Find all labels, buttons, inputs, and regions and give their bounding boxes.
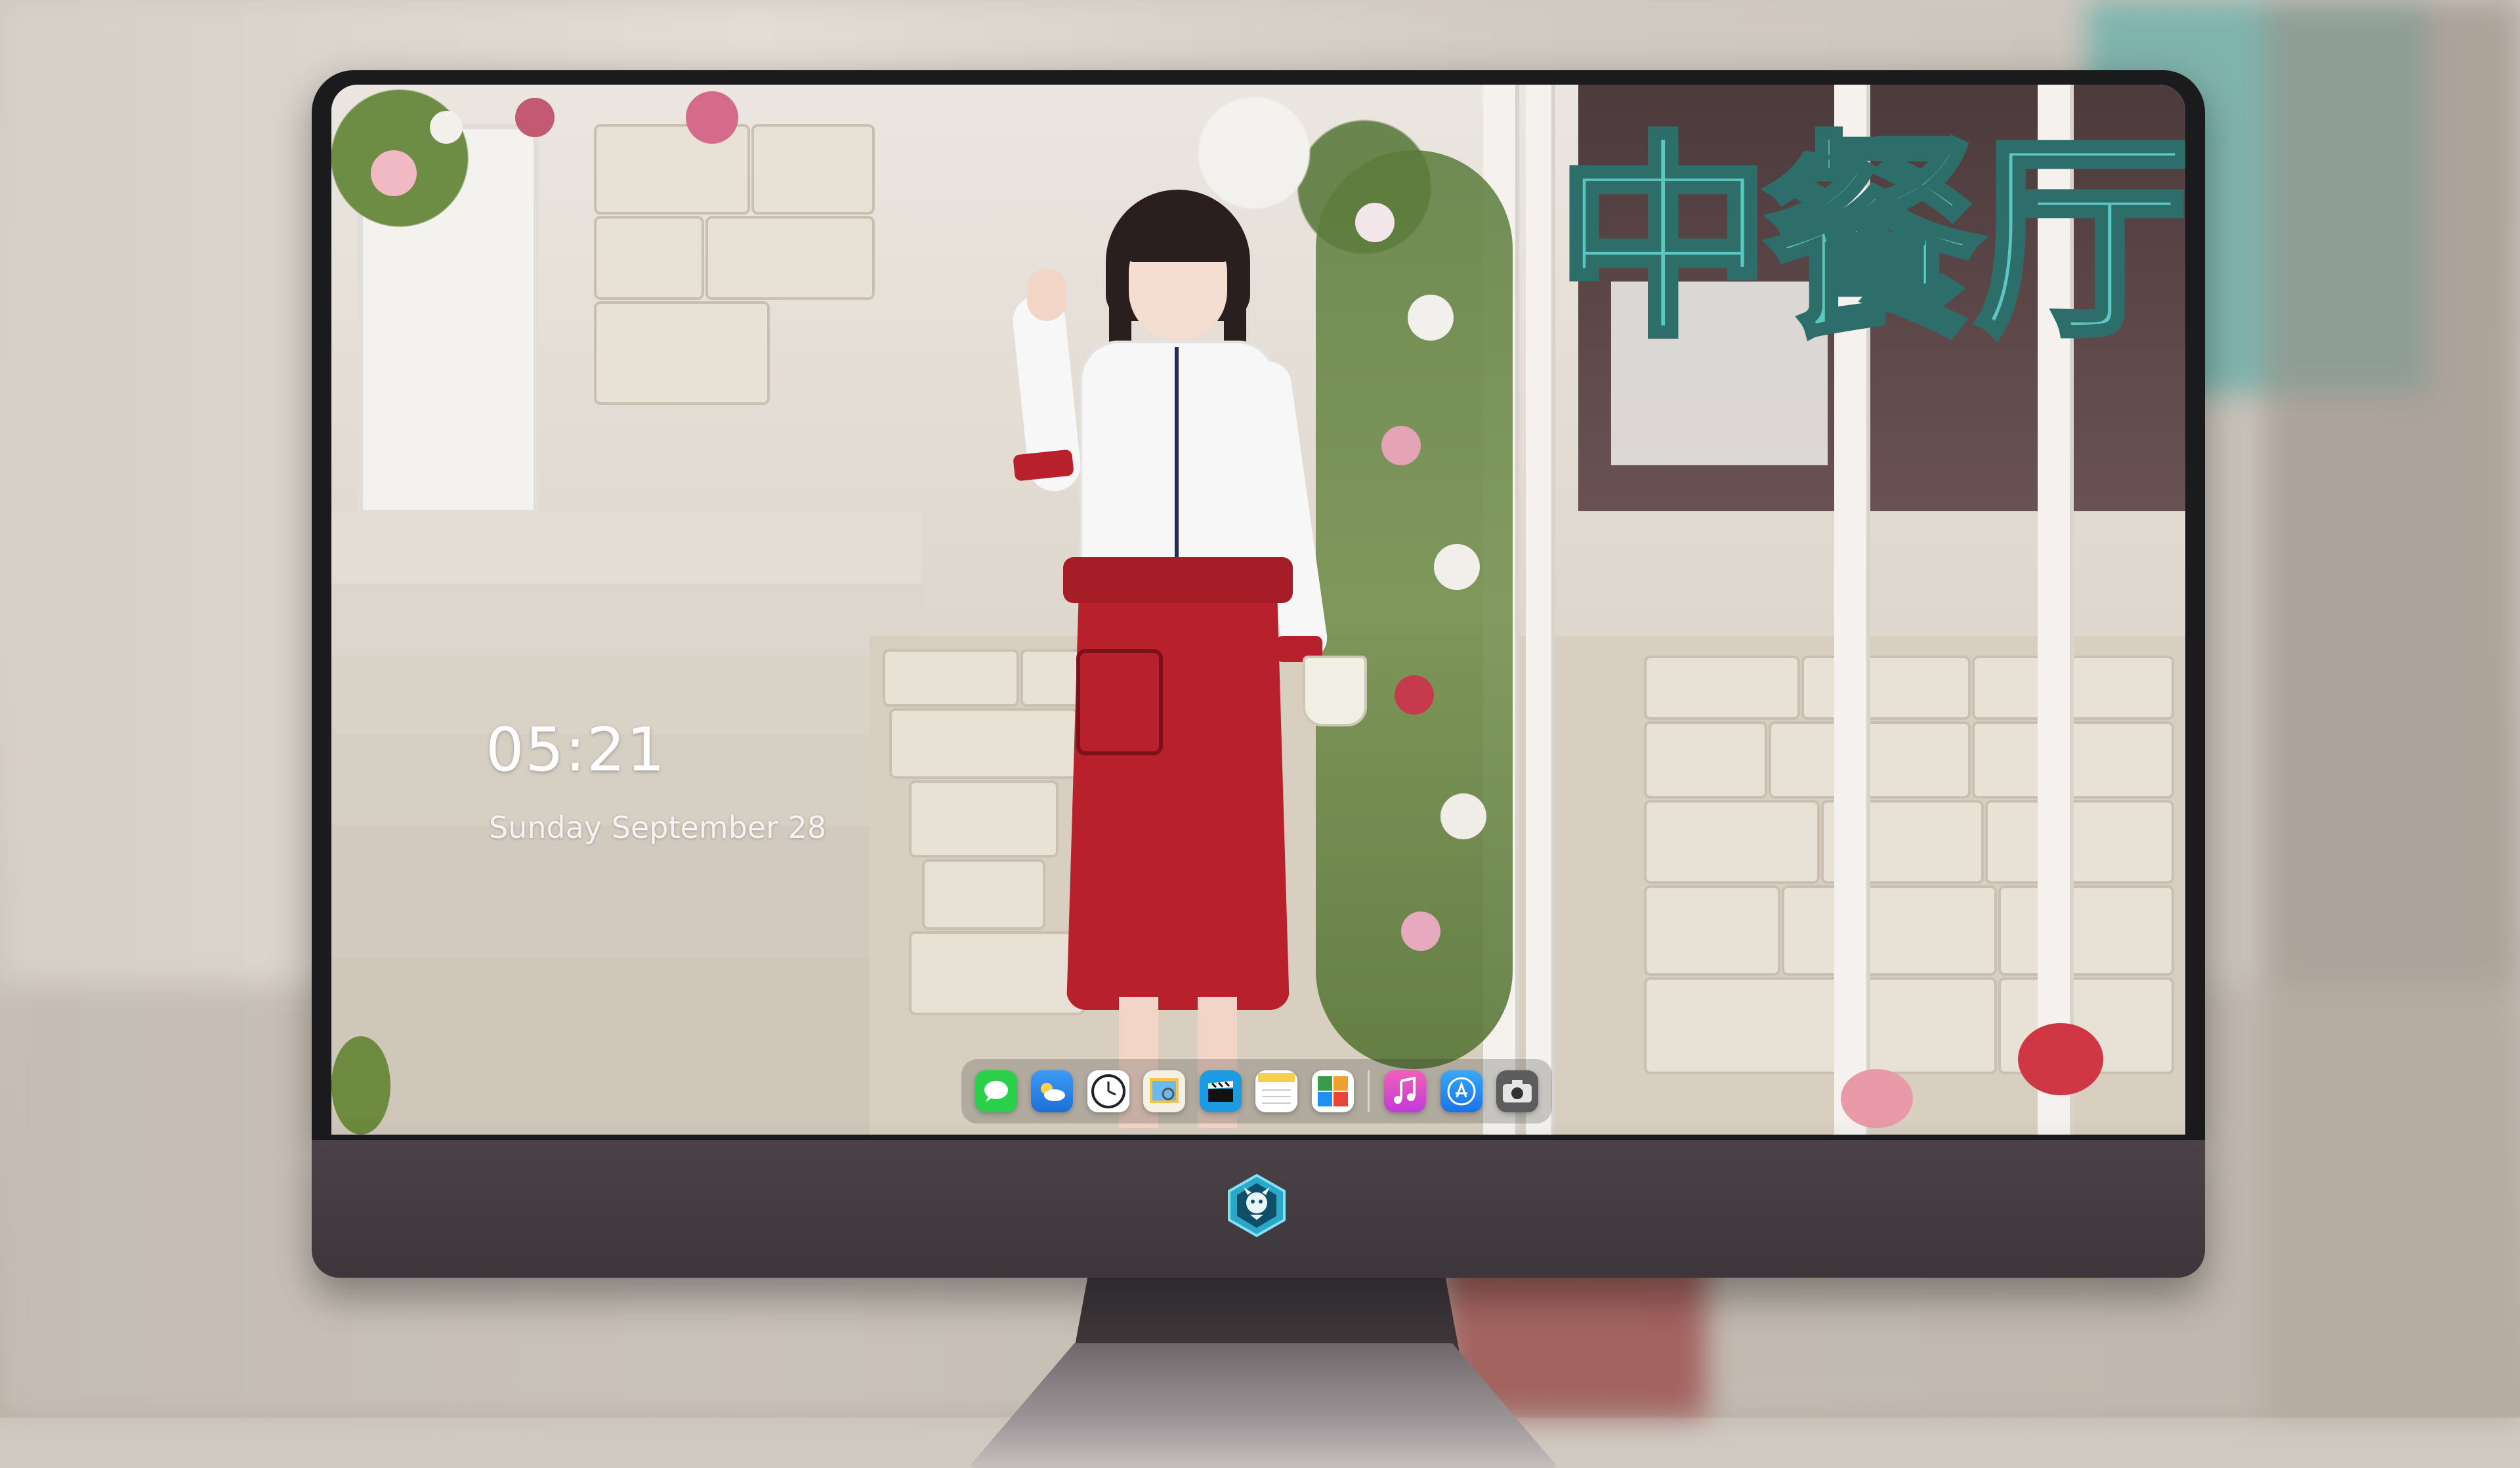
preview-icon[interactable] — [1143, 1070, 1186, 1112]
app-store-icon[interactable] — [1440, 1070, 1482, 1112]
wallpaper-figure — [948, 190, 1381, 1135]
monitor: 中餐厅 05:21 Sunday September 28 — [312, 70, 2205, 1468]
dragon-logo-icon — [1228, 1173, 1286, 1238]
claquette-icon[interactable] — [1199, 1070, 1242, 1112]
monitor-bezel: 中餐厅 05:21 Sunday September 28 — [312, 70, 2205, 1140]
notes-icon[interactable] — [1255, 1070, 1298, 1112]
camera-icon[interactable] — [1496, 1070, 1539, 1112]
messages-icon[interactable] — [975, 1070, 1017, 1112]
music-icon[interactable] — [1384, 1070, 1427, 1112]
clock-icon[interactable] — [1087, 1070, 1129, 1112]
lockscreen-time: 05:21 — [486, 715, 667, 785]
desktop-screen: 中餐厅 05:21 Sunday September 28 — [331, 85, 2185, 1135]
dock — [961, 1059, 1552, 1123]
photo-booth-icon[interactable] — [1311, 1070, 1354, 1112]
wallpaper: 中餐厅 05:21 Sunday September 28 — [331, 85, 2185, 1135]
wallpaper-title: 中餐厅 — [1552, 112, 2185, 366]
monitor-chin — [312, 1140, 2205, 1278]
weather-icon[interactable] — [1031, 1070, 1074, 1112]
lockscreen-date: Sunday September 28 — [489, 810, 827, 845]
dock-separator — [1368, 1070, 1370, 1112]
